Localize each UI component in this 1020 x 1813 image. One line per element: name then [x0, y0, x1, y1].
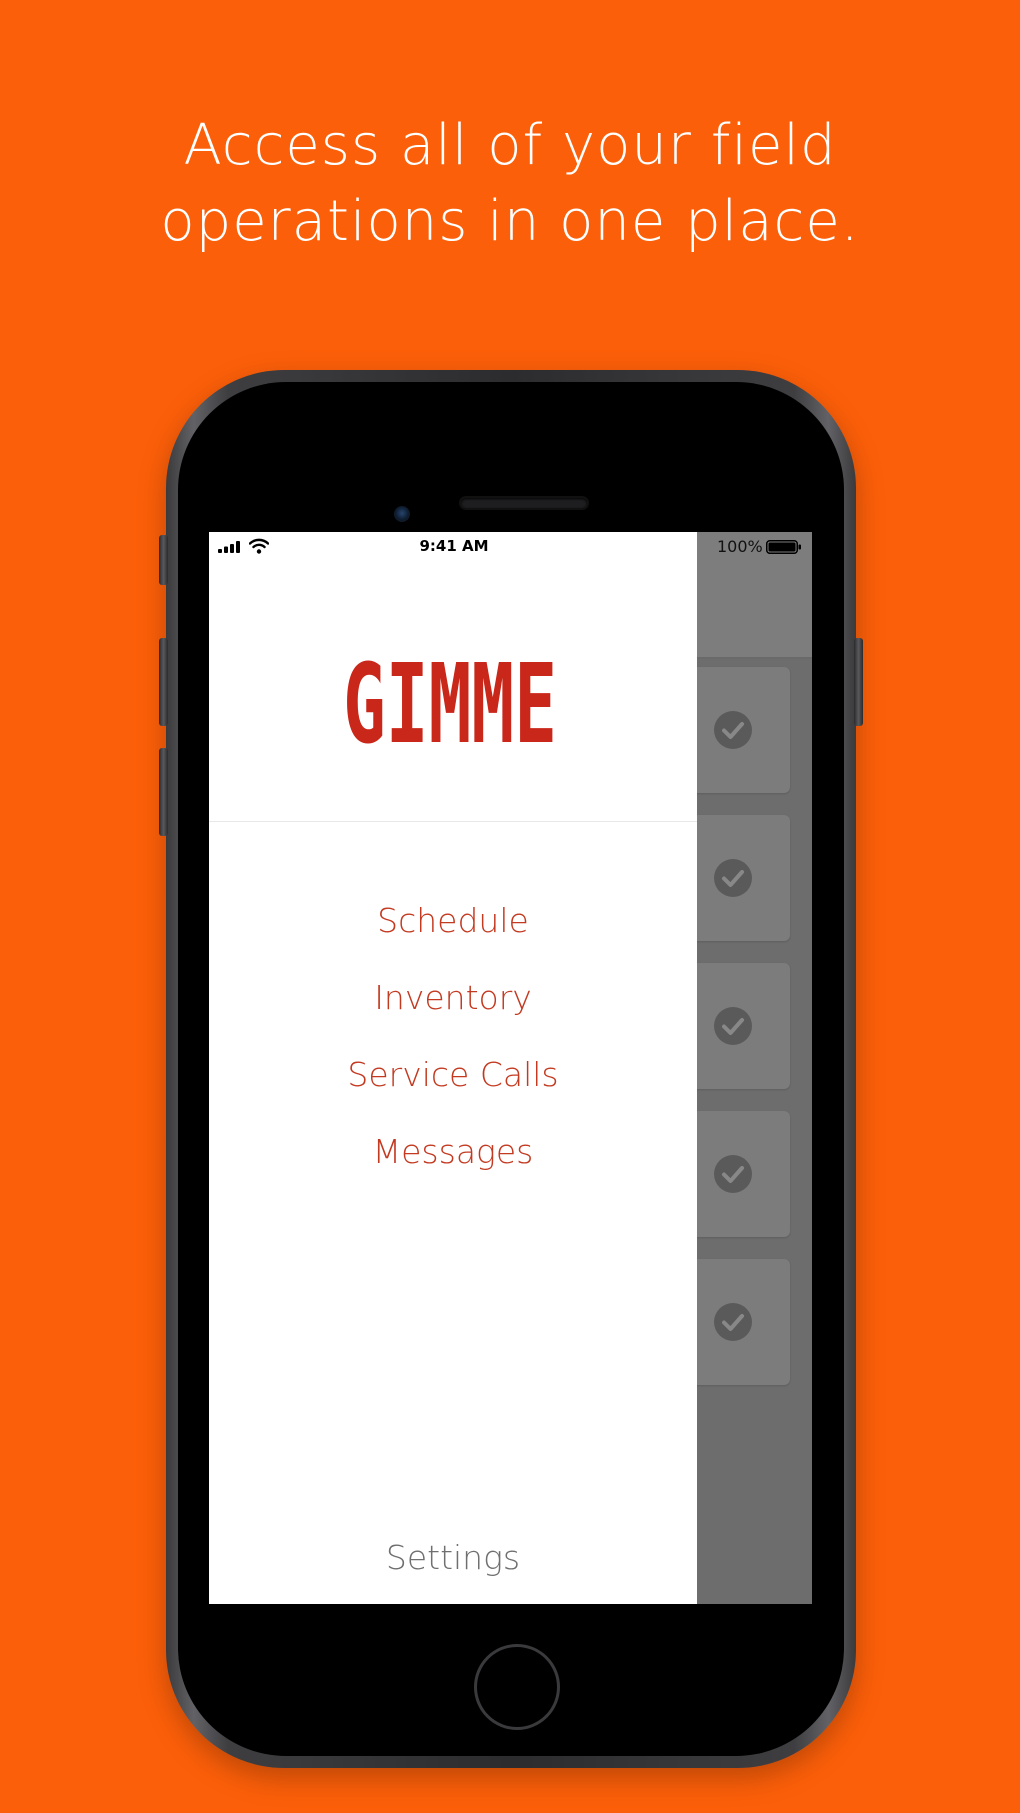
phone-screen: GIMME Schedule Inventory Service Calls M…	[209, 532, 812, 1604]
status-time: 9:41 AM	[419, 537, 489, 555]
power-button	[854, 638, 863, 726]
earpiece-speaker	[461, 498, 587, 508]
check-circle-icon	[714, 711, 752, 749]
check-circle-icon	[714, 1303, 752, 1341]
check-circle-icon	[714, 859, 752, 897]
drawer-menu: Schedule Inventory Service Calls Message…	[209, 882, 697, 1190]
menu-item-messages[interactable]: Messages	[209, 1113, 697, 1190]
menu-item-service-calls[interactable]: Service Calls	[209, 1036, 697, 1113]
battery-icon	[766, 540, 801, 554]
volume-down-button	[159, 748, 168, 836]
home-button[interactable]	[474, 1644, 560, 1730]
gimme-logo: GIMME	[341, 640, 559, 768]
battery-percent: 100%	[717, 537, 763, 556]
headline-line-2: operations in one place.	[160, 189, 860, 254]
navigation-drawer: GIMME Schedule Inventory Service Calls M…	[209, 532, 697, 1604]
check-circle-icon	[714, 1007, 752, 1045]
menu-item-inventory[interactable]: Inventory	[209, 959, 697, 1036]
check-circle-icon	[714, 1155, 752, 1193]
drawer-header: GIMME	[209, 532, 697, 822]
logo-text: GIMME	[343, 650, 557, 750]
settings-link[interactable]: Settings	[209, 1538, 697, 1577]
volume-up-button	[159, 638, 168, 726]
front-camera-icon	[394, 506, 410, 522]
mute-switch	[159, 535, 168, 585]
status-bar: 9:41 AM 100%	[209, 532, 812, 562]
headline-line-1: Access all of your field	[183, 113, 837, 178]
menu-item-schedule[interactable]: Schedule	[209, 882, 697, 959]
marketing-headline: Access all of your field operations in o…	[0, 108, 1020, 260]
